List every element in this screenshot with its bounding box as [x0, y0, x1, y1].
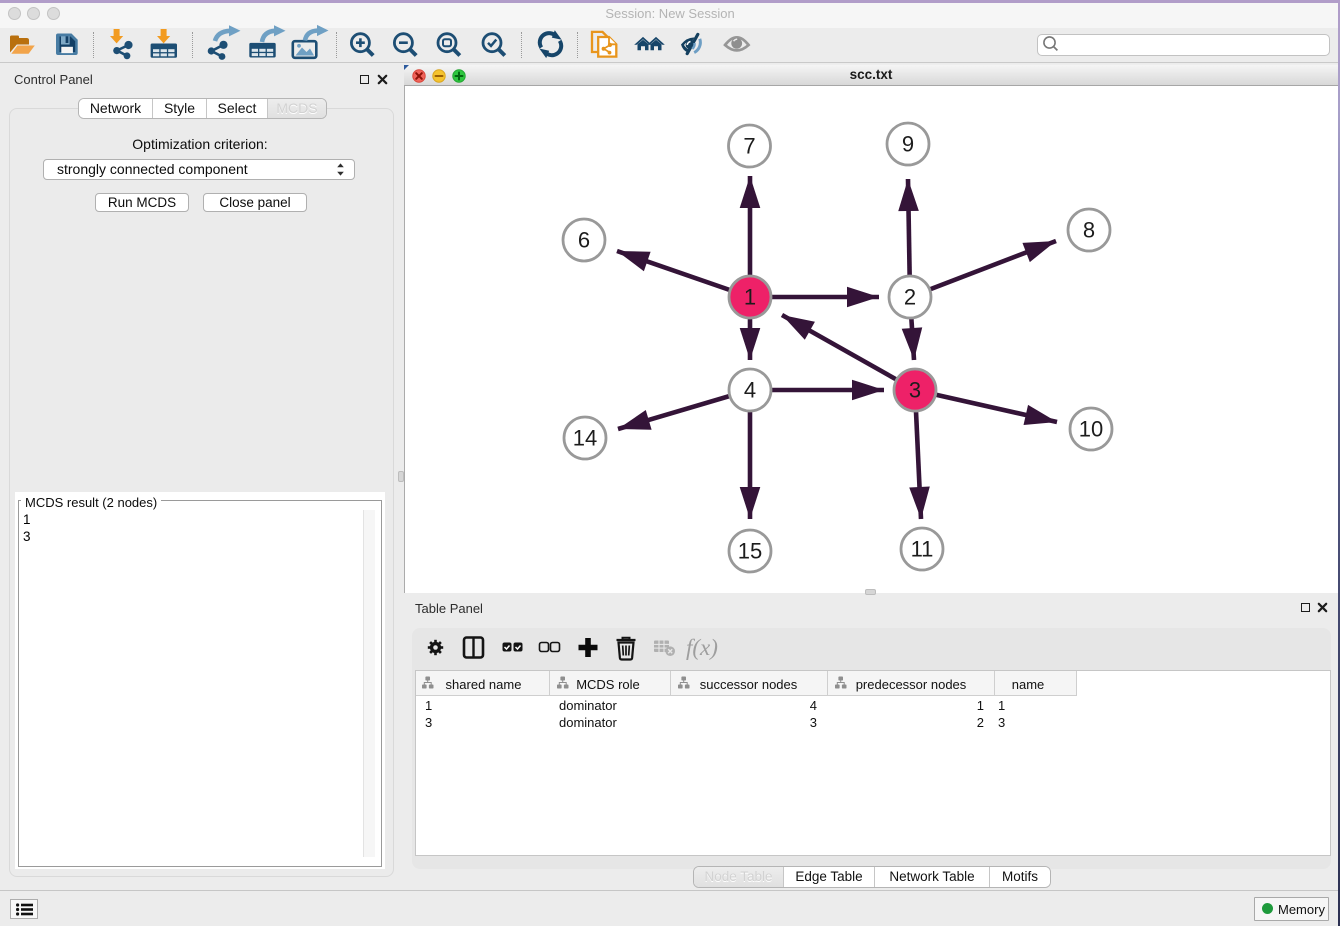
svg-text:11: 11: [911, 537, 934, 562]
svg-text:10: 10: [1079, 417, 1103, 442]
svg-text:8: 8: [1083, 218, 1095, 243]
svg-text:14: 14: [573, 426, 597, 451]
svg-text:2: 2: [904, 285, 916, 310]
svg-text:f(x): f(x): [686, 635, 718, 660]
svg-text:3: 3: [909, 378, 921, 403]
svg-text:6: 6: [578, 228, 590, 253]
svg-text:1: 1: [744, 285, 756, 310]
svg-text:4: 4: [744, 378, 756, 403]
svg-text:7: 7: [743, 134, 755, 159]
svg-text:9: 9: [902, 132, 914, 157]
svg-text:15: 15: [738, 539, 762, 564]
